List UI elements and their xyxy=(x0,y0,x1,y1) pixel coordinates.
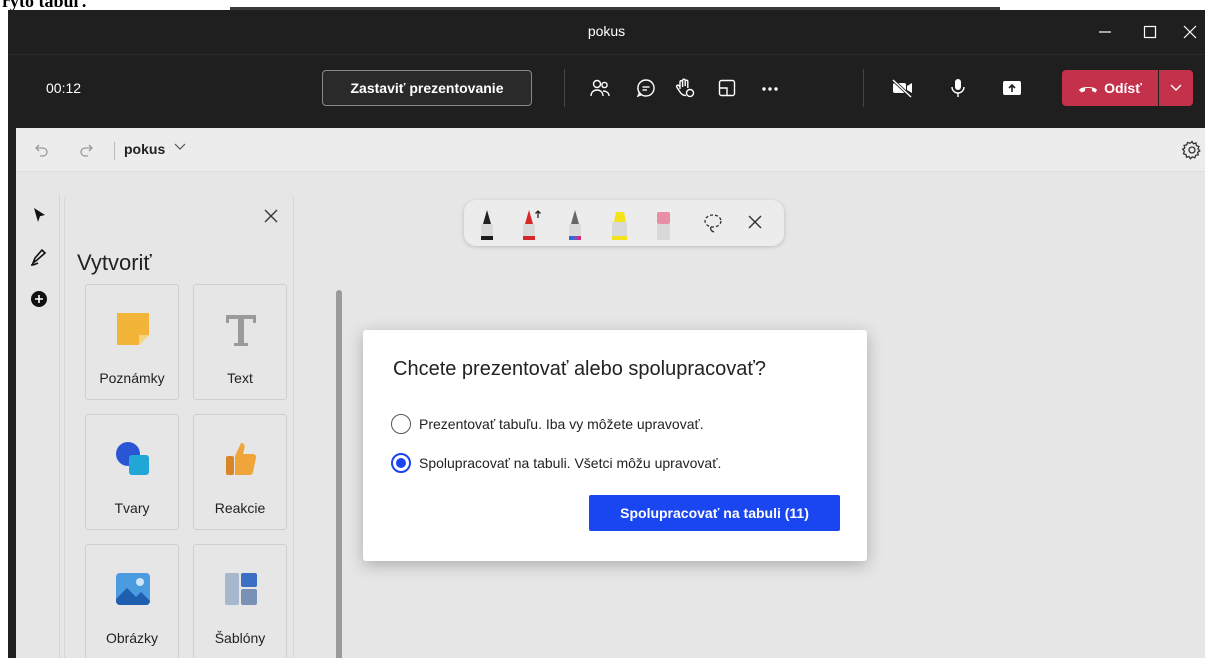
select-pointer-icon[interactable] xyxy=(26,202,52,228)
tile-label: Reakcie xyxy=(214,500,266,516)
red-arrow-pen-icon[interactable] xyxy=(520,208,542,240)
tile-label: Poznámky xyxy=(99,370,165,386)
collaborate-button[interactable]: Spolupracovať na tabuli (11) xyxy=(589,495,840,531)
phone-hangup-icon xyxy=(1079,87,1098,93)
dialog-title: Chcete prezentovať alebo spolupracovať? xyxy=(393,358,767,380)
tool-rail xyxy=(18,194,60,658)
tile-label: Tvary xyxy=(114,500,150,516)
cropped-top-text: ryto tabuľ. xyxy=(0,0,1205,10)
template-icon xyxy=(225,573,257,605)
present-or-collaborate-dialog: Chcete prezentovať alebo spolupracovať? … xyxy=(363,330,867,561)
toolbar-separator xyxy=(564,69,565,107)
more-options-icon[interactable] xyxy=(756,74,784,102)
tile-templates[interactable]: Šablóny xyxy=(193,544,287,658)
minimize-icon[interactable] xyxy=(1083,10,1127,54)
chat-icon[interactable] xyxy=(632,74,660,102)
tile-notes[interactable]: Poznámky xyxy=(85,284,179,400)
gear-icon[interactable] xyxy=(1181,139,1205,163)
tile-images[interactable]: Obrázky xyxy=(85,544,179,658)
view-layout-icon[interactable] xyxy=(713,74,741,102)
shapes-icon xyxy=(116,442,149,475)
tile-shapes[interactable]: Tvary xyxy=(85,414,179,530)
option-collaborate-label: Spolupracovať na tabuli. Všetci môžu upr… xyxy=(419,455,722,471)
board-name[interactable]: pokus xyxy=(124,141,165,157)
tile-label: Text xyxy=(227,370,253,386)
leave-label: Odísť xyxy=(1104,80,1142,96)
lasso-select-icon[interactable] xyxy=(702,212,724,234)
create-panel: Vytvoriť Poznámky Text Tvary Reakcie Obr… xyxy=(64,194,342,658)
text-t-icon xyxy=(226,315,256,346)
tile-text[interactable]: Text xyxy=(193,284,287,400)
window-title: pokus xyxy=(587,23,626,39)
highlighter-icon[interactable] xyxy=(608,208,630,240)
radio-present[interactable] xyxy=(391,414,411,434)
panel-scrollbar[interactable] xyxy=(336,290,342,658)
rainbow-pen-icon[interactable] xyxy=(564,208,586,240)
option-present[interactable]: Prezentovať tabuľu. Iba vy môžete upravo… xyxy=(391,414,704,434)
camera-off-icon[interactable] xyxy=(889,74,917,102)
stop-presenting-button[interactable]: Zastaviť prezentovanie xyxy=(322,70,532,106)
meeting-toolbar: 00:12 Zastaviť prezentovanie Odísť xyxy=(8,54,1205,128)
undo-icon[interactable] xyxy=(32,140,52,160)
eraser-icon[interactable] xyxy=(652,208,674,240)
leave-options-chevron-icon[interactable] xyxy=(1159,70,1193,106)
pen-toolbar xyxy=(464,200,784,246)
image-icon xyxy=(116,573,150,605)
toolbar-separator xyxy=(863,69,864,107)
maximize-icon[interactable] xyxy=(1128,10,1172,54)
sticky-note-icon xyxy=(117,313,149,345)
chevron-down-icon[interactable] xyxy=(174,140,186,155)
whiteboard-header: pokus xyxy=(16,128,1205,172)
people-icon[interactable] xyxy=(586,74,614,102)
redo-icon[interactable] xyxy=(76,140,96,160)
microphone-icon[interactable] xyxy=(944,74,972,102)
black-pen-icon[interactable] xyxy=(476,208,498,240)
tile-label: Obrázky xyxy=(105,630,159,646)
leave-button[interactable]: Odísť xyxy=(1062,70,1158,106)
close-window-icon[interactable] xyxy=(1168,10,1205,54)
radio-collaborate[interactable] xyxy=(391,453,411,473)
option-collaborate[interactable]: Spolupracovať na tabuli. Všetci môžu upr… xyxy=(391,453,721,473)
tile-reactions[interactable]: Reakcie xyxy=(193,414,287,530)
header-separator xyxy=(114,142,115,160)
close-pen-toolbar-icon[interactable] xyxy=(747,214,763,230)
radio-dot xyxy=(396,458,406,468)
option-present-label: Prezentovať tabuľu. Iba vy môžete upravo… xyxy=(419,416,704,432)
close-panel-icon[interactable] xyxy=(261,206,281,226)
teams-window: pokus 00:12 Zastaviť prezentovanie Odísť… xyxy=(8,10,1205,658)
share-screen-icon[interactable] xyxy=(998,74,1026,102)
add-circle-icon[interactable] xyxy=(26,286,52,312)
thumbs-up-icon xyxy=(226,443,257,475)
panel-title: Vytvoriť xyxy=(77,250,152,275)
tile-label: Šablóny xyxy=(214,630,266,646)
cropped-heading: ryto tabuľ. xyxy=(2,0,87,10)
title-bar: pokus xyxy=(8,10,1205,54)
meeting-timer: 00:12 xyxy=(46,80,82,96)
inking-pen-icon[interactable] xyxy=(26,244,52,270)
raise-hand-icon[interactable] xyxy=(671,74,699,102)
